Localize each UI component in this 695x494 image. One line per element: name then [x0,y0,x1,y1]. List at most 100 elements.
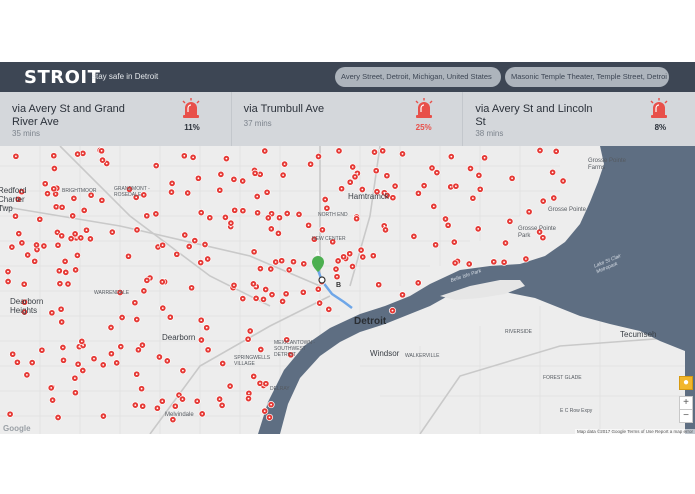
map-label-grandmont: GRANDMONT - ROSEDALE [114,186,150,198]
incident-marker-dot [270,228,273,230]
incident-marker-dot [141,344,144,346]
incident-marker-dot [455,185,457,188]
incident-marker-dot [192,156,195,159]
map-label-dearborn-heights: Dearborn Heights [10,297,44,315]
incident-marker-dot [121,316,123,319]
incident-marker-dot [206,258,209,260]
incident-marker-dot [53,167,56,170]
incident-marker-dot [511,177,513,180]
incident-marker-dot [247,338,250,341]
incident-marker-dot [551,171,554,174]
incident-marker-dot [413,235,415,238]
incident-marker-dot [197,177,200,180]
incident-marker-dot [221,404,224,407]
incident-marker-dot [9,413,12,416]
incident-marker-dot [14,215,17,218]
end-marker[interactable] [318,276,326,284]
incident-marker-dot [181,398,184,400]
top-navbar: STROIT stay safe in Detroit Avery Street… [0,62,695,92]
zoom-in-button[interactable]: + [679,396,693,410]
crime-map[interactable]: Detroit Hamtramck Windsor Dearborn Redfo… [0,146,695,434]
incident-marker-dot [562,180,564,182]
map-attribution[interactable]: Map data ©2017 Google Terms of Use Repor… [574,429,695,434]
incident-marker-dot [90,194,92,197]
incident-marker-dot [55,205,58,208]
incident-marker-dot [199,261,202,264]
incident-marker-dot [146,279,148,282]
incident-marker-dot [255,297,257,300]
incident-marker-dot [453,241,456,243]
incident-marker-dot [351,166,354,168]
incident-marker-dot [50,387,53,389]
incident-marker-dot [105,162,108,165]
start-marker[interactable] [312,256,324,272]
route-duration: 38 mins [475,129,504,138]
route-option-3[interactable]: via Avery St and Lincoln St 38 mins 8% [463,92,695,146]
incident-marker-dot [60,234,63,237]
incident-marker-dot [57,416,59,419]
incident-marker-dot [277,232,280,235]
incident-marker-dot [355,217,358,220]
origin-input[interactable]: Avery Street, Detroit, Michigan, United … [335,67,501,87]
incident-marker-dot [170,191,173,193]
incident-marker-dot [286,212,289,215]
app-logo[interactable]: STROIT [24,67,100,88]
route-option-2[interactable]: via Trumbull Ave 37 mins 25% [232,92,464,146]
incident-marker-dot [434,243,437,246]
zoom-out-button[interactable]: − [679,409,693,423]
incident-marker-dot [417,282,420,284]
risk-percentage: 8% [654,123,667,132]
incident-marker-dot [241,180,244,182]
incident-marker-dot [156,407,159,410]
incident-marker-dot [110,352,113,355]
incident-marker-dot [372,254,375,257]
incident-marker-dot [101,159,104,161]
incident-marker-dot [302,291,305,294]
incident-marker-dot [259,173,262,176]
incident-marker-dot [182,369,184,372]
incident-marker-dot [178,394,180,396]
incident-marker-dot [274,261,277,263]
incident-marker-dot [193,239,196,242]
route-duration: 35 mins [12,129,41,138]
incident-marker-dot [478,174,480,177]
incident-marker-dot [21,242,23,244]
incident-marker-dot [76,254,79,257]
incident-marker-dot [56,231,59,234]
incident-marker-dot [35,244,38,246]
incident-marker-dot [449,186,452,188]
incident-marker-dot [136,229,138,231]
map-label-north-end: NORTH END [318,212,348,218]
incident-marker-dot [525,258,527,260]
incident-marker-dot [200,339,203,341]
incident-marker-dot [327,308,330,311]
pegman-icon[interactable]: ● [679,376,693,390]
incident-marker-dot [57,244,59,247]
route-option-1[interactable]: via Avery St and Grand River Ave 35 mins… [0,92,232,146]
incident-marker-dot [74,377,76,380]
siren-icon [650,98,668,118]
incident-marker-dot [431,167,433,169]
incident-marker-dot [224,216,227,219]
incident-marker-dot [309,163,312,166]
map-label-riverside: RIVERSIDE [505,329,532,335]
incident-marker-dot [175,253,178,256]
incident-marker-dot [282,174,284,176]
incident-marker-dot [161,307,164,309]
incident-marker-dot [317,155,320,158]
incident-marker-dot [36,248,38,251]
incident-marker-dot [270,403,272,406]
incident-marker-dot [384,229,387,231]
incident-marker-dot [391,309,394,312]
google-logo[interactable]: Google [3,424,31,433]
incident-marker-dot [11,246,13,248]
incident-marker-dot [201,413,204,415]
incident-marker-dot [254,172,256,175]
destination-input[interactable]: Masonic Temple Theater, Temple Street, D… [505,67,669,87]
incident-marker-dot [267,217,270,219]
incident-marker-dot [62,346,64,349]
incident-marker-dot [119,345,122,348]
incident-marker-dot [44,182,47,185]
incident-marker-dot [252,375,255,378]
incident-marker-dot [454,262,456,264]
